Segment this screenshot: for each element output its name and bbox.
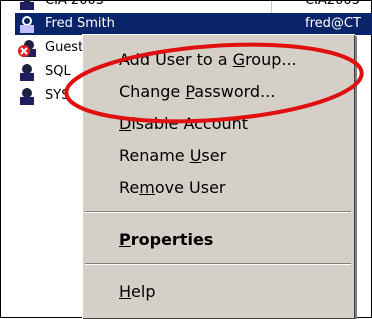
list-item[interactable]: Guest (15, 37, 83, 59)
menu-item-remove-user[interactable]: Remove User (83, 173, 355, 203)
user-icon (20, 16, 34, 33)
user-icon (20, 0, 34, 10)
user-icon (20, 64, 34, 81)
context-menu: Add User to a Group... Change Password..… (82, 34, 355, 319)
menu-separator (85, 211, 351, 213)
menu-item-help[interactable]: Help (83, 277, 355, 307)
list-item[interactable]: SQL (15, 61, 75, 83)
menu-item-properties[interactable]: Properties (83, 225, 355, 255)
menu-item-rename-user[interactable]: Rename User (83, 141, 355, 171)
menu-item-add-user-to-group[interactable]: Add User to a Group... (83, 45, 355, 75)
list-item[interactable]: CIA 2003 CIA2003 (15, 0, 372, 12)
list-item-selected[interactable]: Fred Smith fred@CT (15, 13, 372, 35)
menu-separator (85, 263, 351, 265)
list-item[interactable]: SYS (15, 85, 75, 107)
user-icon (20, 88, 34, 105)
menu-item-disable-account[interactable]: Disable Account (83, 109, 355, 139)
menu-item-change-password[interactable]: Change Password... (83, 77, 355, 107)
disabled-user-icon (18, 40, 36, 57)
